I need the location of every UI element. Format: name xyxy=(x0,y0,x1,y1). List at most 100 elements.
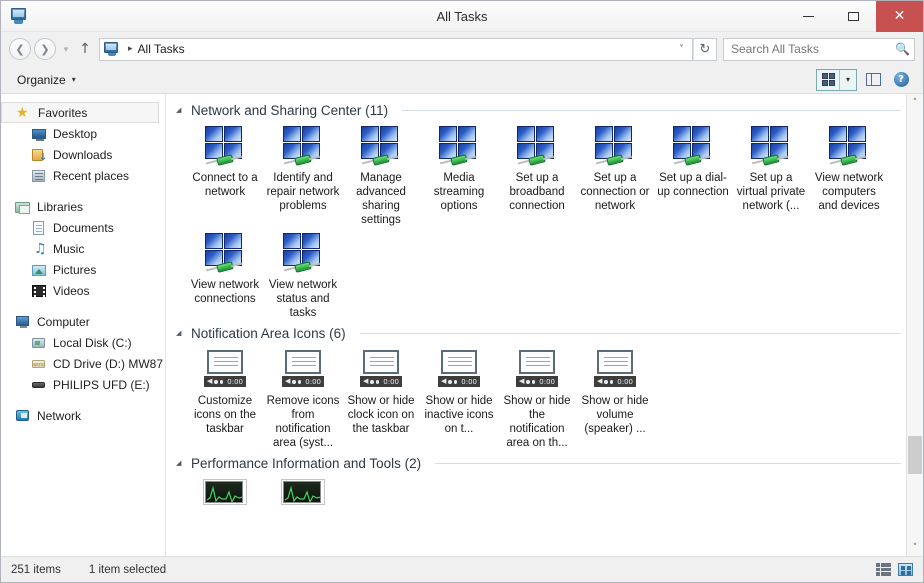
network-icon xyxy=(15,408,31,424)
scroll-up-button[interactable]: ˄ xyxy=(907,94,923,111)
maximize-button[interactable] xyxy=(831,1,876,32)
task-item-label: View network status and tasks xyxy=(266,278,340,320)
refresh-button[interactable]: ↻ xyxy=(693,38,717,61)
sidebar-item-downloads[interactable]: ↓Downloads xyxy=(1,144,165,165)
task-item[interactable]: Manage advanced sharing settings xyxy=(342,120,420,227)
collapse-triangle-icon[interactable]: ◢ xyxy=(176,330,185,337)
breadcrumb-current[interactable]: All Tasks xyxy=(138,42,185,56)
sidebar-item-local-disk-c[interactable]: Local Disk (C:) xyxy=(1,332,165,353)
command-bar: Organize ▾ ▾ ? xyxy=(1,66,923,94)
search-box[interactable]: 🔍 xyxy=(723,38,915,61)
task-item[interactable]: View network connections xyxy=(186,227,264,320)
collapse-triangle-icon[interactable]: ◢ xyxy=(176,107,185,114)
search-icon[interactable]: 🔍 xyxy=(895,42,910,56)
help-icon: ? xyxy=(894,72,909,87)
sidebar-item-philips-ufd-e[interactable]: PHILIPS UFD (E:) xyxy=(1,374,165,395)
task-item-label: View network connections xyxy=(188,278,262,306)
task-item[interactable]: Set up a dial-up connection xyxy=(654,120,732,227)
sidebar-item-label: Computer xyxy=(37,316,90,328)
task-item-label: View network computers and devices xyxy=(812,171,886,213)
network-monitors-icon xyxy=(203,233,247,275)
sidebar-item-videos[interactable]: Videos xyxy=(1,280,165,301)
chevron-down-icon[interactable]: ˅ xyxy=(679,44,690,55)
navigation-pane[interactable]: ★FavoritesDesktop↓DownloadsRecent places… xyxy=(1,94,166,556)
scroll-down-button[interactable]: ˅ xyxy=(907,539,923,556)
task-item[interactable] xyxy=(186,473,264,510)
hard-disk-icon xyxy=(31,335,47,351)
scrollbar-track[interactable] xyxy=(907,111,923,539)
view-dropdown-caret-icon[interactable]: ▾ xyxy=(839,70,856,90)
task-item-label: Set up a broadband connection xyxy=(500,171,574,213)
sidebar-item-recent-places[interactable]: Recent places xyxy=(1,165,165,186)
sidebar-item-music[interactable]: ♫Music xyxy=(1,238,165,259)
command-bar-right: ▾ ? xyxy=(816,69,913,91)
usb-drive-icon xyxy=(31,377,47,393)
task-item[interactable]: View network computers and devices xyxy=(810,120,888,227)
collapse-triangle-icon[interactable]: ◢ xyxy=(176,460,185,467)
libraries-icon xyxy=(15,199,31,215)
sidebar-item-label: Downloads xyxy=(53,149,112,161)
task-item[interactable]: ◀0:00Show or hide inactive icons on t... xyxy=(420,343,498,450)
recent-locations-dropdown-icon[interactable]: ▼ xyxy=(59,38,73,60)
large-icons-view-icon[interactable] xyxy=(898,563,913,576)
help-button[interactable]: ? xyxy=(889,69,913,91)
task-item-label: Connect to a network xyxy=(188,171,262,199)
window-title: All Tasks xyxy=(1,9,923,24)
performance-monitor-icon xyxy=(281,479,325,507)
view-selector[interactable]: ▾ xyxy=(816,69,857,91)
group-header[interactable]: ◢Notification Area Icons (6) xyxy=(176,326,923,341)
preview-pane-button[interactable] xyxy=(860,69,886,91)
breadcrumb[interactable]: ▸ All Tasks ˅ xyxy=(99,38,693,61)
details-view-icon[interactable] xyxy=(876,563,891,576)
organize-button[interactable]: Organize ▾ xyxy=(11,71,82,89)
task-item[interactable]: Connect to a network xyxy=(186,120,264,227)
chevron-down-icon: ▾ xyxy=(72,75,76,84)
selection-status: 1 item selected xyxy=(89,564,166,576)
sidebar-item-favorites[interactable]: ★Favorites xyxy=(1,102,159,123)
task-item-label: Manage advanced sharing settings xyxy=(344,171,418,227)
control-panel-icon xyxy=(10,7,28,25)
sidebar-item-label: Local Disk (C:) xyxy=(53,337,132,349)
task-item[interactable]: ◀0:00Show or hide volume (speaker) ... xyxy=(576,343,654,450)
cd-drive-icon: wmo xyxy=(31,356,47,372)
task-item[interactable]: Set up a connection or network xyxy=(576,120,654,227)
close-button[interactable]: ✕ xyxy=(876,1,923,32)
sidebar-item-documents[interactable]: Documents xyxy=(1,217,165,238)
sidebar-item-computer[interactable]: Computer xyxy=(1,311,165,332)
item-grid: Connect to a networkIdentify and repair … xyxy=(176,120,923,320)
vertical-scrollbar[interactable]: ˄ ˅ xyxy=(906,94,923,556)
task-item[interactable] xyxy=(264,473,342,510)
task-item[interactable]: Set up a virtual private network (... xyxy=(732,120,810,227)
sidebar-item-label: Favorites xyxy=(38,107,87,119)
minimize-button[interactable] xyxy=(786,1,831,32)
sidebar-item-pictures[interactable]: Pictures xyxy=(1,259,165,280)
task-item[interactable]: View network status and tasks xyxy=(264,227,342,320)
address-bar: ❮ ❯ ▼ ↑ ▸ All Tasks ˅ ↻ 🔍 xyxy=(1,32,923,66)
group-header[interactable]: ◢ Performance Information and Tools (2) xyxy=(176,456,923,471)
task-item[interactable]: ◀0:00Show or hide the notification area … xyxy=(498,343,576,450)
sidebar-item-label: Music xyxy=(53,243,84,255)
search-input[interactable] xyxy=(731,42,895,56)
sidebar-item-libraries[interactable]: Libraries xyxy=(1,196,165,217)
sidebar-item-network[interactable]: Network xyxy=(1,405,165,426)
task-item[interactable]: Set up a broadband connection xyxy=(498,120,576,227)
forward-button[interactable]: ❯ xyxy=(34,38,56,60)
notification-area-icon: ◀0:00 xyxy=(201,349,249,391)
group-title: Performance Information and Tools (2) xyxy=(191,456,421,471)
task-item[interactable]: ◀0:00Customize icons on the taskbar xyxy=(186,343,264,450)
back-button[interactable]: ❮ xyxy=(9,38,31,60)
task-item[interactable]: Media streaming options xyxy=(420,120,498,227)
task-item[interactable]: ◀0:00Remove icons from notification area… xyxy=(264,343,342,450)
sidebar-item-cd-drive-d-mw87[interactable]: wmoCD Drive (D:) MW87 xyxy=(1,353,165,374)
notification-area-icon: ◀0:00 xyxy=(591,349,639,391)
breadcrumb-separator-icon: ▸ xyxy=(123,44,138,54)
view-icons-grid-icon[interactable] xyxy=(817,70,839,90)
sidebar-item-desktop[interactable]: Desktop xyxy=(1,123,165,144)
task-item[interactable]: ◀0:00Show or hide clock icon on the task… xyxy=(342,343,420,450)
task-item-label: Show or hide volume (speaker) ... xyxy=(578,394,652,436)
group-header[interactable]: ◢Network and Sharing Center (11) xyxy=(176,103,923,118)
pictures-icon xyxy=(31,262,47,278)
scrollbar-thumb[interactable] xyxy=(908,436,922,474)
task-item[interactable]: Identify and repair network problems xyxy=(264,120,342,227)
up-button[interactable]: ↑ xyxy=(75,38,95,60)
